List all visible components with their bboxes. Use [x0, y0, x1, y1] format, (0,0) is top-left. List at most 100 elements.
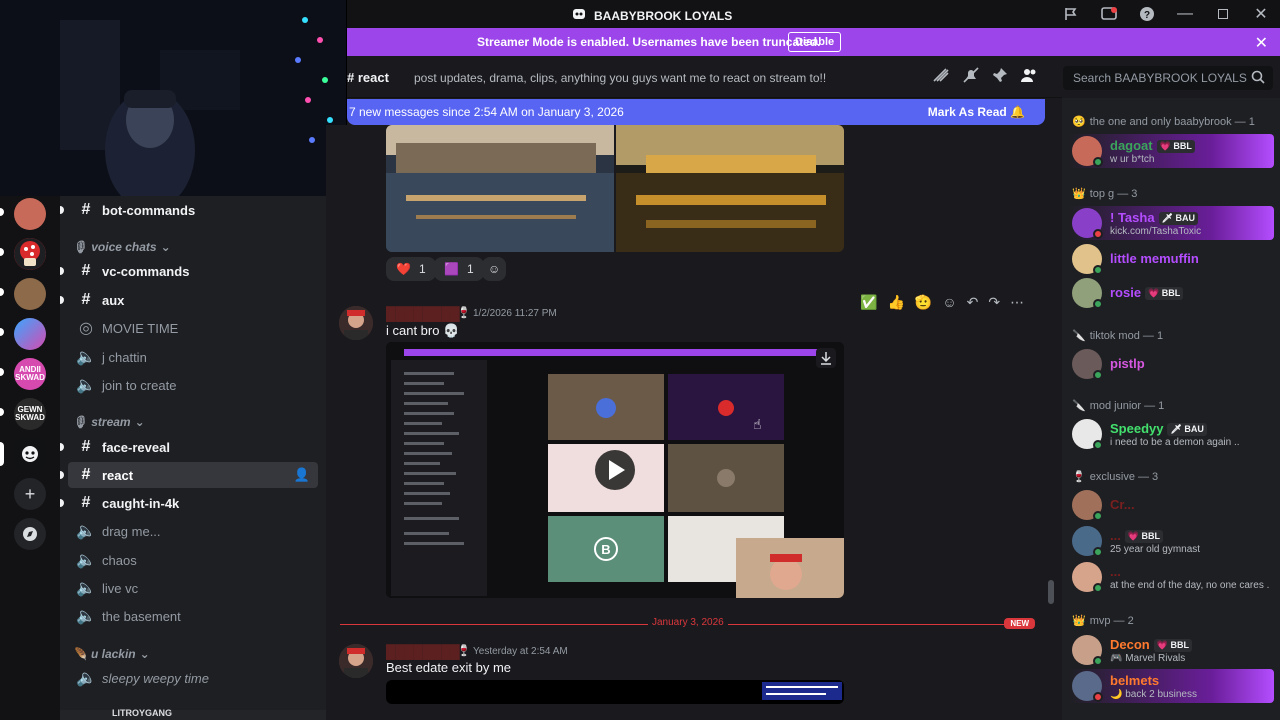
- divider-date: January 3, 2026: [648, 617, 728, 628]
- member-item[interactable]: ... at the end of the day, no one cares …: [1068, 560, 1274, 594]
- image-attachment[interactable]: [386, 680, 844, 704]
- member-list-icon[interactable]: [1020, 67, 1038, 88]
- category-voice-chats[interactable]: 🎙 voice chats ⌄: [72, 240, 171, 254]
- threads-icon[interactable]: [932, 67, 950, 88]
- user-panel: LITROYGANG: [60, 708, 326, 720]
- channel-face-reveal[interactable]: # face-reveal: [60, 434, 318, 460]
- image-attachment[interactable]: [386, 125, 844, 252]
- channel-sleepy-weepy-time[interactable]: 🔈 sleepy weepy time: [68, 665, 318, 691]
- maximize-icon[interactable]: [1204, 0, 1242, 28]
- mark-as-read-button[interactable]: Mark As Read 🔔: [928, 105, 1025, 119]
- forward-icon[interactable]: ↷: [988, 294, 1000, 311]
- channel-join-to-create[interactable]: 🔈 join to create: [68, 372, 318, 398]
- add-server-icon[interactable]: +: [14, 478, 46, 510]
- member-item[interactable]: dagoat 💗 BBL w ur b*tch: [1068, 134, 1274, 168]
- server-baabybrook-loyals[interactable]: [14, 438, 46, 470]
- member-group-header: 🥺 the one and only baabybrook — 1: [1072, 115, 1255, 129]
- add-reaction-icon[interactable]: ☺: [942, 294, 956, 310]
- close-window-icon[interactable]: ✕: [1242, 0, 1280, 28]
- server-icon[interactable]: [14, 198, 46, 230]
- member-item[interactable]: ... 💗 BBL 25 year old gymnast: [1068, 524, 1274, 558]
- stage-channel-icon: ◎: [79, 320, 93, 337]
- streamer-mode-banner: Streamer Mode is enabled. Usernames have…: [347, 28, 1280, 56]
- server-gewn-skwad[interactable]: GEWN SKWAD: [14, 398, 46, 430]
- check-emoji-icon[interactable]: ✅: [860, 294, 877, 311]
- server-icon[interactable]: [14, 278, 46, 310]
- member-list: 🥺 the one and only baabybrook — 1 dagoat 💗…: [1062, 98, 1280, 720]
- channel-react[interactable]: # react 👤: [60, 462, 318, 488]
- reply-icon[interactable]: ↶: [967, 294, 979, 311]
- member-name: belmets: [1110, 673, 1160, 688]
- mute-bell-icon[interactable]: [962, 67, 980, 88]
- add-reaction-icon: ☺: [488, 262, 501, 276]
- member-item[interactable]: ! Tasha 🗡 BAU kick.com/TashaToxic: [1068, 206, 1274, 240]
- inbox-flag-icon[interactable]: [1052, 0, 1090, 28]
- footer-username: LITROYGANG: [112, 708, 172, 718]
- channel-movie-time[interactable]: ◎ MOVIE TIME: [68, 315, 318, 341]
- video-attachment[interactable]: B: [386, 342, 844, 598]
- message-author[interactable]: ████████: [386, 306, 460, 321]
- status-dot: [1093, 265, 1103, 275]
- member-item[interactable]: belmets 🌙 back 2 business: [1068, 669, 1274, 703]
- member-name: little memuffin: [1110, 251, 1199, 266]
- reaction-heart[interactable]: ❤️ 1: [386, 257, 436, 281]
- category-stream[interactable]: 🎙 stream ⌄: [72, 415, 145, 429]
- avatar[interactable]: [339, 306, 373, 340]
- reaction-custom[interactable]: 🟪 1: [434, 257, 484, 281]
- server-andii-skwad[interactable]: ANDII SKWAD: [14, 358, 46, 390]
- help-icon[interactable]: ?: [1128, 0, 1166, 28]
- server-icon[interactable]: [14, 238, 46, 270]
- inbox-icon[interactable]: [1090, 0, 1128, 28]
- channel-drag-me[interactable]: 🔈 drag me...: [68, 518, 318, 544]
- member-item[interactable]: rosie 💗 BBL: [1068, 276, 1274, 310]
- discover-icon[interactable]: [14, 518, 46, 550]
- member-item[interactable]: little memuffin: [1068, 242, 1274, 276]
- channel-j-chattin[interactable]: 🔈 j chattin: [68, 344, 318, 370]
- member-item[interactable]: pistlp: [1068, 347, 1274, 381]
- thumbs-up-icon[interactable]: 👍: [887, 294, 904, 311]
- close-banner-icon[interactable]: ✕: [1255, 33, 1268, 53]
- message-author[interactable]: ████████: [386, 644, 460, 659]
- minimize-icon[interactable]: —: [1166, 0, 1204, 28]
- sparkle-icon: 🎙: [72, 415, 88, 429]
- pin-icon[interactable]: [992, 67, 1008, 88]
- channel-chaos[interactable]: 🔈 chaos: [68, 547, 318, 573]
- channel-caught-in-4k[interactable]: # caught-in-4k: [60, 490, 318, 516]
- channel-bot-commands[interactable]: # bot-commands: [60, 197, 318, 223]
- more-icon[interactable]: ⋯: [1010, 294, 1024, 311]
- text-channel-icon: #: [81, 291, 91, 308]
- channel-vc-commands[interactable]: # vc-commands: [60, 258, 318, 284]
- channel-topic[interactable]: post updates, drama, clips, anything you…: [414, 71, 826, 85]
- add-reaction-button[interactable]: ☺: [482, 257, 507, 281]
- sparkle-icon: 🎙: [72, 240, 88, 254]
- member-item[interactable]: Decon 💗 BBL 🎮 Marvel Rivals: [1068, 633, 1274, 667]
- text-channel-icon: #: [81, 494, 91, 511]
- message-text: Best edate exit by me: [386, 660, 512, 675]
- category-u-lackin[interactable]: 🪶 u lackin ⌄: [72, 647, 150, 661]
- server-icon[interactable]: [14, 318, 46, 350]
- unread-pill: [60, 206, 64, 214]
- voice-channel-icon: 🔈: [76, 523, 96, 540]
- unread-pill: [60, 296, 64, 304]
- disable-button[interactable]: Disable: [788, 32, 842, 52]
- server-rail: ANDII SKWAD GEWN SKWAD +: [0, 196, 60, 720]
- unread-pill: [60, 267, 64, 275]
- avatar[interactable]: [339, 644, 373, 678]
- member-item[interactable]: Speedyy 🗡 BAU i need to be a demon again …: [1068, 417, 1274, 451]
- add-member-icon[interactable]: 👤: [294, 467, 310, 483]
- channel-live-vc[interactable]: 🔈 live vc: [68, 575, 318, 601]
- emoji-icon[interactable]: 🫡: [915, 294, 932, 311]
- mark-read-icon: 🔔: [1010, 105, 1025, 119]
- role-tag: 💗 BBL: [1156, 140, 1195, 153]
- search-input[interactable]: Search BAABYBROOK LOYALS: [1063, 66, 1273, 90]
- server-unread-pill: [0, 408, 4, 416]
- channel-the-basement[interactable]: 🔈 the basement: [68, 603, 318, 629]
- channel-aux[interactable]: # aux: [60, 287, 318, 313]
- server-unread-pill: [0, 208, 4, 216]
- new-messages-bar[interactable]: 7 new messages since 2:54 AM on January …: [347, 99, 1045, 125]
- channel-sidebar: # bot-commands 🎙 voice chats ⌄ # vc-commands…: [60, 196, 326, 720]
- heart-icon: ❤️: [396, 262, 411, 276]
- member-item[interactable]: Cr...: [1068, 488, 1274, 522]
- chat-scrollbar[interactable]: [1048, 580, 1054, 604]
- member-name: rosie 💗 BBL: [1110, 285, 1184, 300]
